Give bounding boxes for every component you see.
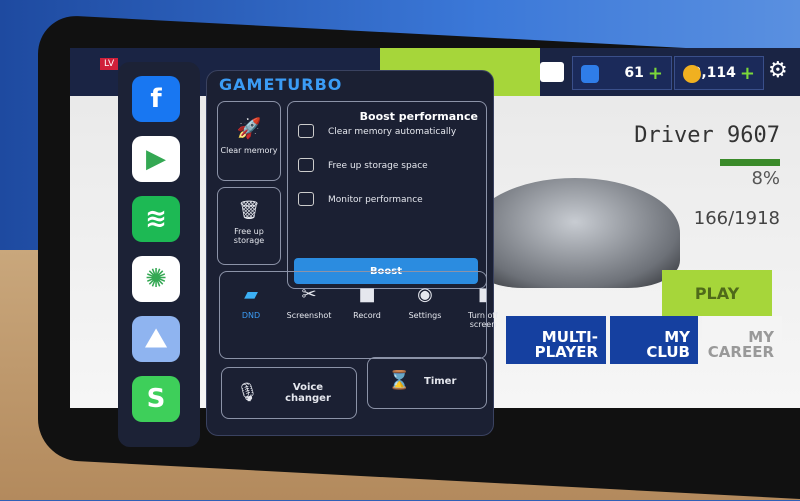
my-club-button[interactable]: MY CLUB <box>610 316 698 364</box>
shortcut-app-icon[interactable]: S <box>132 376 180 422</box>
gameturbo-panel: GAMETURBO 🚀 Clear memory 🗑 Free up stora… <box>206 70 498 436</box>
free-storage-option[interactable]: Free up storage space <box>328 161 428 171</box>
settings-icon: ◉ <box>417 284 433 305</box>
player-name: Driver 9607 <box>634 123 780 148</box>
hourglass-icon: ⌛ <box>388 370 411 391</box>
clear-memory-button[interactable]: 🚀 Clear memory <box>217 101 281 181</box>
app-sidebar: f ▶ ≋ ✺ ⛰ S <box>118 62 200 447</box>
level-label: LV <box>100 58 119 70</box>
gameturbo-logo: GAMETURBO <box>219 75 343 94</box>
completion-badge <box>720 159 780 166</box>
coins-counter[interactable]: 2,114 + <box>674 56 764 90</box>
chat-bubble-icon: ▰ <box>244 284 258 305</box>
tool-settings[interactable]: ◉ Settings <box>400 284 450 320</box>
car-image <box>470 178 680 288</box>
tools-row: ▰ DND ✂ Screenshot ■ Record ◉ Settings ▮ Turn off… <box>219 271 498 359</box>
facebook-icon[interactable]: f <box>132 76 180 122</box>
score: 166/1918 <box>693 208 780 229</box>
monitor-icon <box>298 192 314 206</box>
plus-icon[interactable]: + <box>740 63 755 84</box>
progress-percent: 8% <box>751 168 780 189</box>
tool-record[interactable]: ■ Record <box>342 284 392 320</box>
video-camera-icon: ■ <box>358 284 376 305</box>
gems-counter[interactable]: 61 + <box>572 56 672 90</box>
play-button[interactable]: PLAY <box>662 270 772 316</box>
gem-icon <box>581 65 599 83</box>
plus-icon[interactable]: + <box>648 63 663 84</box>
gallery-icon[interactable]: ⛰ <box>132 316 180 362</box>
trash-icon: 🗑 <box>237 200 261 221</box>
google-photos-icon[interactable]: ✺ <box>132 256 180 302</box>
sliders-icon <box>298 124 314 138</box>
multiplayer-button[interactable]: MULTI- PLAYER <box>506 316 606 364</box>
scissors-icon: ✂ <box>301 284 317 305</box>
rocket-icon: 🚀 <box>236 116 262 140</box>
coin-icon <box>683 65 701 83</box>
storage-clean-icon <box>298 158 314 172</box>
lock-icon: ▮ <box>478 284 488 305</box>
monitor-performance-option[interactable]: Monitor performance <box>328 195 423 205</box>
spotify-icon[interactable]: ≋ <box>132 196 180 242</box>
settings-gear-icon[interactable]: ⚙ <box>768 58 788 83</box>
gift-icon[interactable] <box>540 62 564 82</box>
google-play-icon[interactable]: ▶ <box>132 136 180 182</box>
boost-performance-card: Boost performance Clear memory automatic… <box>287 101 487 289</box>
tool-dnd[interactable]: ▰ DND <box>226 284 276 320</box>
tool-screenshot[interactable]: ✂ Screenshot <box>284 284 334 320</box>
microphone-icon: 🎙 <box>236 382 259 403</box>
voice-changer-button[interactable]: 🎙 Voice changer <box>221 367 357 419</box>
clear-memory-auto-option[interactable]: Clear memory automatically <box>328 127 456 137</box>
my-career-button[interactable]: MY CAREER <box>702 316 782 364</box>
free-up-storage-button[interactable]: 🗑 Free up storage <box>217 187 281 265</box>
timer-button[interactable]: ⌛ Timer <box>367 357 487 409</box>
tool-turn-off-screen[interactable]: ▮ Turn off screen <box>458 284 508 329</box>
